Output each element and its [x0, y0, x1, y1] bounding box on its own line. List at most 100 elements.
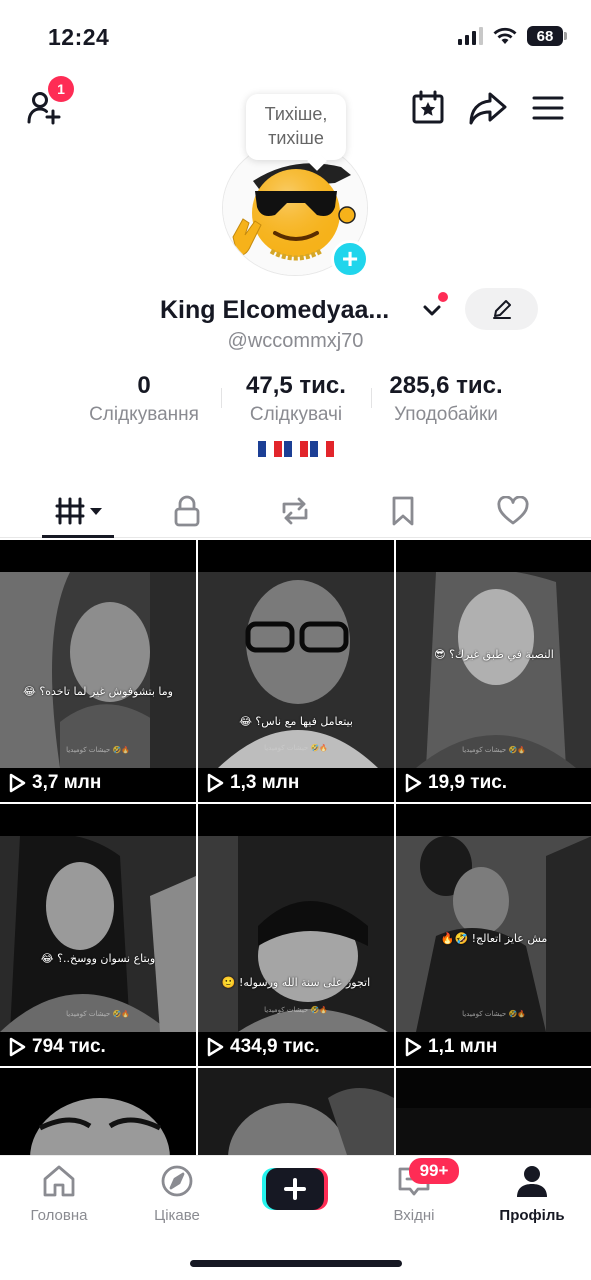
- video-tile[interactable]: اتجوز على سنة الله ورسوله! 🙂 حيشات كوميد…: [198, 804, 394, 1066]
- status-time: 12:24: [48, 24, 110, 50]
- france-flag-icon: [283, 441, 308, 458]
- wifi-icon: [493, 27, 517, 44]
- creator-tools-button[interactable]: [406, 86, 450, 130]
- nav-profile[interactable]: Профіль: [473, 1164, 591, 1224]
- status-note-bubble[interactable]: Тихіше, тихіше: [246, 94, 346, 160]
- video-thumbnail: [0, 836, 196, 1032]
- create-button[interactable]: [262, 1168, 328, 1210]
- likes-stat[interactable]: 285,6 тис. Уподобайки: [376, 372, 516, 426]
- video-watermark: حيشات كوميديا 🤣🔥: [66, 1010, 130, 1018]
- home-indicator: [190, 1260, 402, 1267]
- menu-button[interactable]: [526, 86, 570, 130]
- video-thumbnail: [0, 1068, 196, 1158]
- video-thumbnail: [396, 572, 591, 768]
- video-thumbnail: [0, 572, 196, 768]
- calendar-star-icon: [412, 90, 444, 124]
- profile-icon: [517, 1166, 547, 1197]
- profile-tabs: [0, 484, 591, 538]
- video-thumbnail: [198, 1068, 394, 1158]
- view-count-text: 1,3 млн: [230, 772, 300, 793]
- video-caption: مش عايز اتعالج! 🤣🔥: [440, 932, 548, 945]
- bio: [0, 440, 591, 458]
- video-tile[interactable]: [396, 1068, 591, 1158]
- nav-home[interactable]: Головна: [0, 1164, 118, 1224]
- video-caption: وما بتشوفوش غير لما تاخده؟ 😂: [23, 685, 173, 698]
- play-icon: [207, 1037, 224, 1057]
- add-story-button[interactable]: +: [331, 240, 369, 278]
- video-tile[interactable]: [198, 1068, 394, 1158]
- hamburger-menu-icon: [532, 96, 564, 120]
- view-count: 1,3 млн: [206, 772, 299, 794]
- video-watermark: حيشات كوميديا 🤣🔥: [462, 746, 526, 754]
- likes-label: Уподобайки: [394, 404, 498, 425]
- tab-favorites[interactable]: [344, 484, 462, 538]
- home-icon: [43, 1165, 75, 1197]
- following-count: 0: [137, 372, 151, 399]
- bookmark-icon: [392, 496, 414, 526]
- repost-icon: [282, 497, 308, 525]
- view-count-text: 1,1 млн: [428, 1036, 498, 1057]
- play-icon: [405, 773, 422, 793]
- following-stat[interactable]: 0 Слідкування: [64, 372, 224, 426]
- video-caption: النصبة في طبق غيرك؟ 😎: [434, 648, 554, 661]
- followers-label: Слідкувачі: [249, 404, 343, 425]
- view-count: 434,9 тис.: [206, 1036, 320, 1058]
- video-watermark: حيشات كوميديا 🤣🔥: [462, 1010, 526, 1018]
- nav-discover-label: Цікаве: [154, 1207, 200, 1224]
- edit-profile-button[interactable]: [465, 288, 538, 330]
- tab-videos[interactable]: [20, 484, 138, 538]
- status-icons: 68: [458, 26, 567, 46]
- tab-reposts[interactable]: [236, 484, 354, 538]
- video-thumbnail: [198, 572, 394, 768]
- view-count: 794 тис.: [8, 1036, 106, 1058]
- video-tile[interactable]: [0, 1068, 196, 1158]
- video-caption: وبتاع نسوان ووسخ..؟ 😂: [40, 952, 156, 965]
- followers-stat[interactable]: 47,5 тис. Слідкувачі: [228, 372, 364, 426]
- video-grid-icon: [55, 497, 102, 525]
- play-icon: [9, 1037, 26, 1057]
- play-icon: [207, 773, 224, 793]
- video-thumbnail: [396, 1068, 591, 1158]
- profile-stats: 0 Слідкування 47,5 тис. Слідкувачі 285,6…: [0, 372, 591, 432]
- following-label: Слідкування: [89, 404, 199, 425]
- inbox-badge: 99+: [409, 1158, 459, 1184]
- username: @wccommxj70: [227, 330, 364, 352]
- nav-inbox-label: Вхідні: [393, 1207, 435, 1224]
- video-watermark: حيشات كوميديا 🤣🔥: [264, 1006, 328, 1014]
- divider: [221, 388, 222, 408]
- view-count: 1,1 млн: [404, 1036, 497, 1058]
- france-flag-icon: [257, 441, 282, 458]
- view-count: 19,9 тис.: [404, 772, 507, 794]
- video-tile[interactable]: وما بتشوفوش غير لما تاخده؟ 😂 حيشات كوميد…: [0, 540, 196, 802]
- likes-count: 285,6 тис.: [389, 372, 503, 399]
- share-profile-button[interactable]: [464, 86, 512, 130]
- active-tab-indicator: [42, 535, 114, 538]
- battery-indicator: 68: [527, 26, 567, 46]
- nav-home-label: Головна: [30, 1207, 88, 1224]
- tab-liked[interactable]: [454, 484, 572, 538]
- switch-account-button[interactable]: [420, 298, 444, 327]
- view-count-text: 794 тис.: [32, 1036, 106, 1057]
- followers-count: 47,5 тис.: [246, 372, 346, 399]
- video-tile[interactable]: وبتاع نسوان ووسخ..؟ 😂 حيشات كوميديا 🤣🔥 7…: [0, 804, 196, 1066]
- video-tile[interactable]: بيتعامل فيها مع ناس؟ 😂 حيشات كوميديا 🤣🔥 …: [198, 540, 394, 802]
- lock-icon: [174, 495, 200, 527]
- video-tile[interactable]: النصبة في طبق غيرك؟ 😎 حيشات كوميديا 🤣🔥 1…: [396, 540, 591, 802]
- play-icon: [9, 773, 26, 793]
- video-caption: اتجوز على سنة الله ورسوله! 🙂: [221, 976, 371, 989]
- france-flag-icon: [309, 441, 334, 458]
- video-thumbnail: [198, 836, 394, 1032]
- heart-icon: [497, 496, 529, 525]
- view-count: 3,7 млн: [8, 772, 101, 794]
- display-name[interactable]: King Elcomedyaa...: [160, 296, 389, 325]
- plus-icon: [262, 1168, 328, 1210]
- play-icon: [405, 1037, 422, 1057]
- tab-private[interactable]: [128, 484, 246, 538]
- nav-discover[interactable]: Цікаве: [118, 1164, 236, 1224]
- share-arrow-icon: [469, 92, 507, 125]
- account-alert-dot: [438, 292, 448, 302]
- nav-profile-label: Профіль: [499, 1207, 565, 1224]
- pencil-icon: [492, 300, 511, 319]
- video-tile[interactable]: مش عايز اتعالج! 🤣🔥 حيشات كوميديا 🤣🔥 1,1 …: [396, 804, 591, 1066]
- cellular-signal-icon: [458, 27, 483, 45]
